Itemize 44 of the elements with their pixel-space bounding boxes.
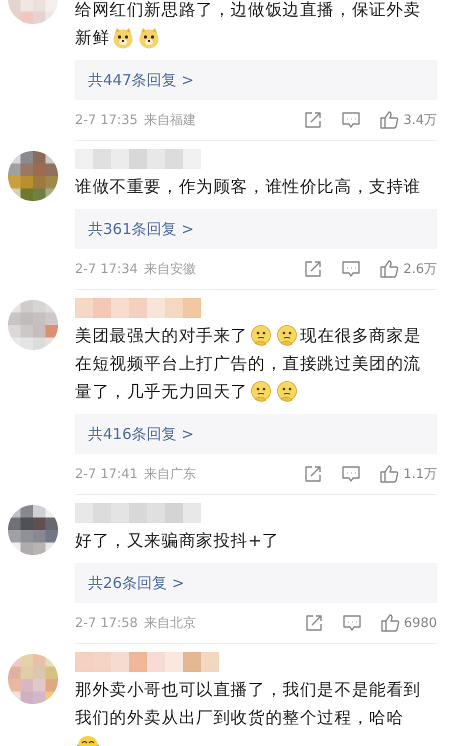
comment-text: 现在很多商家是 bbox=[300, 325, 422, 347]
thinking-emoji-icon bbox=[276, 325, 298, 347]
timestamp: 2-7 17:58 bbox=[75, 616, 138, 630]
comment-text: 我们的外卖从出厂到收货的整个过程，哈哈 bbox=[75, 707, 404, 729]
thumbs-up-icon[interactable] bbox=[379, 464, 400, 484]
share-icon[interactable] bbox=[303, 464, 324, 484]
replies-link[interactable]: 共361条回复 > bbox=[75, 209, 437, 249]
location-label: 来自福建 bbox=[144, 112, 196, 129]
timestamp: 2-7 17:41 bbox=[75, 466, 138, 482]
dog-emoji-icon bbox=[138, 27, 160, 49]
location-label: 来自广东 bbox=[144, 466, 196, 483]
location-label: 来自安徽 bbox=[144, 261, 196, 278]
thumbs-up-icon[interactable] bbox=[380, 613, 400, 633]
comment-text: 量了，几乎无力回天了 bbox=[75, 381, 248, 403]
location-label: 来自北京 bbox=[144, 615, 196, 632]
thinking-emoji-icon bbox=[250, 325, 272, 347]
thumbs-up-icon[interactable] bbox=[379, 259, 400, 279]
comment-text: 谁做不重要，作为顾客，谁性价比高，支持谁 bbox=[75, 176, 421, 198]
share-icon[interactable] bbox=[303, 110, 324, 130]
comment-icon[interactable] bbox=[341, 110, 362, 130]
comment-icon[interactable] bbox=[341, 259, 362, 279]
comment-text: 在短视频平台上打广告的，直接跳过美团的流 bbox=[75, 353, 421, 375]
replies-link[interactable]: 共416条回复 > bbox=[75, 414, 437, 454]
replies-link[interactable]: 共26条回复 > bbox=[75, 563, 437, 603]
comment-text: 给网红们新思路了，边做饭边直播，保证外卖 bbox=[75, 0, 421, 21]
thumbs-up-icon[interactable] bbox=[379, 110, 400, 130]
timestamp: 2-7 17:35 bbox=[75, 112, 138, 128]
replies-link[interactable]: 共447条回复 > bbox=[75, 60, 437, 100]
comment-text: 好了，又来骗商家投抖+了 bbox=[75, 530, 280, 552]
like-count: 2.6万 bbox=[403, 261, 437, 278]
comment-icon[interactable] bbox=[342, 613, 362, 633]
like-count: 1.1万 bbox=[403, 466, 437, 483]
thinking-emoji-icon bbox=[250, 381, 272, 403]
dog-emoji-icon bbox=[112, 27, 134, 49]
share-icon[interactable] bbox=[304, 613, 324, 633]
comment-text: 新鲜 bbox=[75, 27, 110, 49]
comment-text: 美团最强大的对手来了 bbox=[75, 325, 248, 347]
like-count: 3.4万 bbox=[403, 112, 437, 129]
timestamp: 2-7 17:34 bbox=[75, 262, 138, 276]
thinking-emoji-icon bbox=[276, 381, 298, 403]
comment-icon[interactable] bbox=[341, 464, 362, 484]
share-icon[interactable] bbox=[303, 259, 324, 279]
like-count: 6980 bbox=[404, 616, 437, 630]
comment-text: 那外卖小哥也可以直播了，我们是不是能看到 bbox=[75, 679, 421, 701]
